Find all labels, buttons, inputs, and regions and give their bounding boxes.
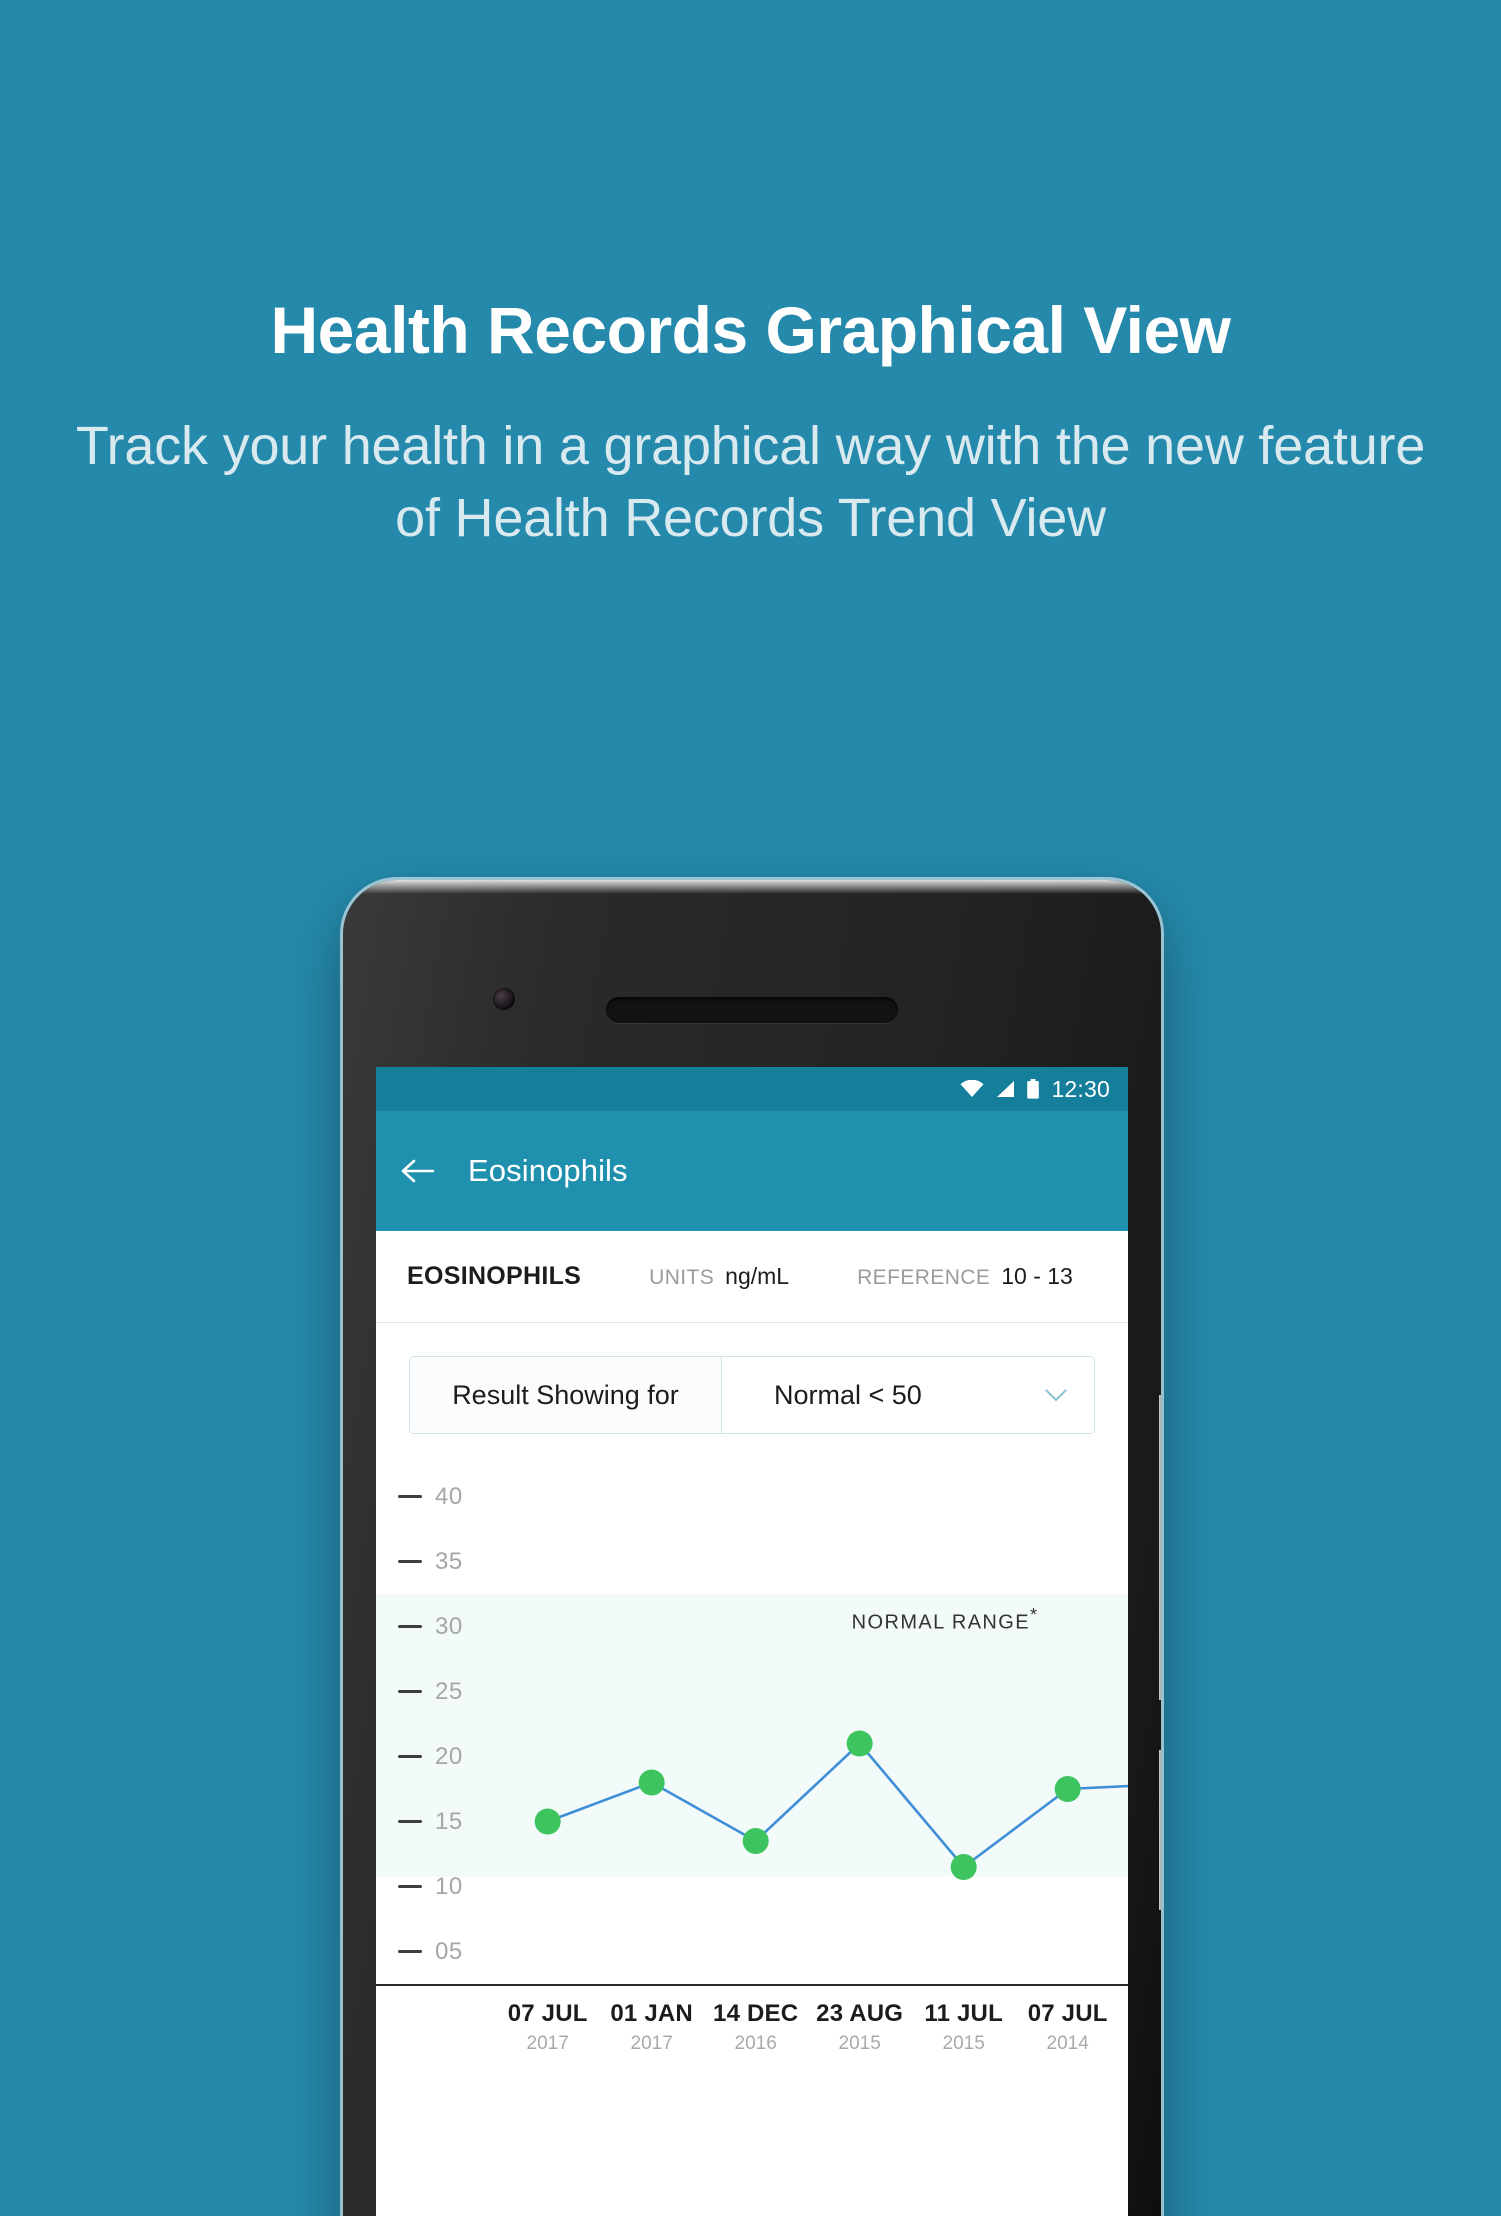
chart-line: [547, 1741, 1128, 1869]
battery-icon: [1026, 1079, 1040, 1099]
x-tick-date: 14 DEC: [713, 2000, 799, 2027]
x-tick-date: 07 JUL: [507, 2000, 588, 2027]
promo-block: Health Records Graphical View Track your…: [0, 0, 1501, 554]
power-button[interactable]: [1159, 1750, 1161, 1910]
x-tick: 07 JUL 2014: [1028, 2000, 1108, 2055]
chart-data-point[interactable]: [1054, 1776, 1081, 1802]
result-filter-label: Result Showing for: [410, 1357, 722, 1433]
units-value: ng/mL: [725, 1263, 790, 1289]
phone-mockup: 12:30 Eosinophils EOSINOPHILS UNITS ng/m…: [343, 880, 1161, 2216]
test-meta-row: EOSINOPHILS UNITS ng/mL REFERENCE 10 - 1…: [376, 1231, 1128, 1323]
x-tick-date: 23 AUG: [816, 2000, 904, 2027]
phone-top-highlight: [343, 880, 1161, 894]
status-bar: 12:30: [376, 1067, 1128, 1111]
phone-body: 12:30 Eosinophils EOSINOPHILS UNITS ng/m…: [343, 880, 1161, 2216]
x-tick-date: 01 JAN: [610, 2000, 693, 2027]
chart-plot: [534, 1730, 1128, 1880]
x-tick-year: 2017: [630, 2033, 673, 2054]
chart-data-point[interactable]: [534, 1808, 561, 1835]
x-tick: 23 AUG 2015: [816, 2000, 903, 2055]
x-tick-date: 11 JUL: [924, 2000, 1003, 2027]
x-tick-year: 2014: [1046, 2033, 1089, 2054]
x-tick: 14 DEC 2016: [713, 2000, 798, 2055]
x-tick-year: 2015: [838, 2033, 881, 2054]
chart-data-point[interactable]: [742, 1828, 769, 1854]
trend-chart: 40 35 30 25 20 15 10 05 NORMAL RANGE*: [376, 1464, 1128, 1984]
x-tick-year: 2017: [526, 2033, 569, 2054]
result-filter-value: Normal < 50: [774, 1379, 922, 1410]
x-tick: 01 JAN 2017: [610, 2000, 693, 2055]
front-camera-icon: [493, 988, 515, 1010]
reference-pair: REFERENCE 10 - 13: [857, 1263, 1073, 1290]
reference-label: REFERENCE: [857, 1266, 991, 1289]
wifi-icon: [960, 1080, 984, 1098]
x-tick-year: 2015: [942, 2033, 985, 2054]
signal-icon: [995, 1080, 1015, 1098]
x-tick-date: 07 JUL: [1027, 2000, 1108, 2027]
result-filter-dropdown[interactable]: Normal < 50: [722, 1357, 1094, 1433]
chart-data-point[interactable]: [846, 1730, 873, 1757]
reference-value: 10 - 13: [1001, 1263, 1073, 1289]
result-filter-wrap: Result Showing for Normal < 50: [376, 1323, 1128, 1434]
x-axis: 07 JUL 2017 01 JAN 2017 14 DEC 2016 23 AUG 2015…: [376, 1984, 1128, 2096]
earpiece-speaker: [606, 997, 898, 1023]
x-tick: 07 JUL 2017: [508, 2000, 588, 2055]
app-bar-title: Eosinophils: [468, 1153, 628, 1188]
units-pair: UNITS ng/mL: [649, 1263, 789, 1290]
x-tick-year: 2016: [734, 2033, 777, 2054]
test-name: EOSINOPHILS: [407, 1262, 582, 1290]
chevron-down-icon[interactable]: [1045, 1388, 1067, 1402]
back-arrow-icon[interactable]: [400, 1157, 436, 1185]
app-bar: Eosinophils: [376, 1111, 1128, 1231]
phone-screen: 12:30 Eosinophils EOSINOPHILS UNITS ng/m…: [376, 1067, 1128, 2216]
status-bar-time: 12:30: [1051, 1075, 1110, 1102]
page-subtitle: Track your health in a graphical way wit…: [75, 416, 1426, 548]
result-filter[interactable]: Result Showing for Normal < 50: [409, 1356, 1095, 1434]
chart-data-point[interactable]: [950, 1854, 977, 1880]
page-title: Health Records Graphical View: [270, 293, 1231, 367]
chart-data-point[interactable]: [638, 1769, 665, 1796]
x-tick: 11 JUL 2015: [924, 2000, 1003, 2055]
units-label: UNITS: [649, 1266, 715, 1289]
volume-button[interactable]: [1159, 1395, 1161, 1700]
